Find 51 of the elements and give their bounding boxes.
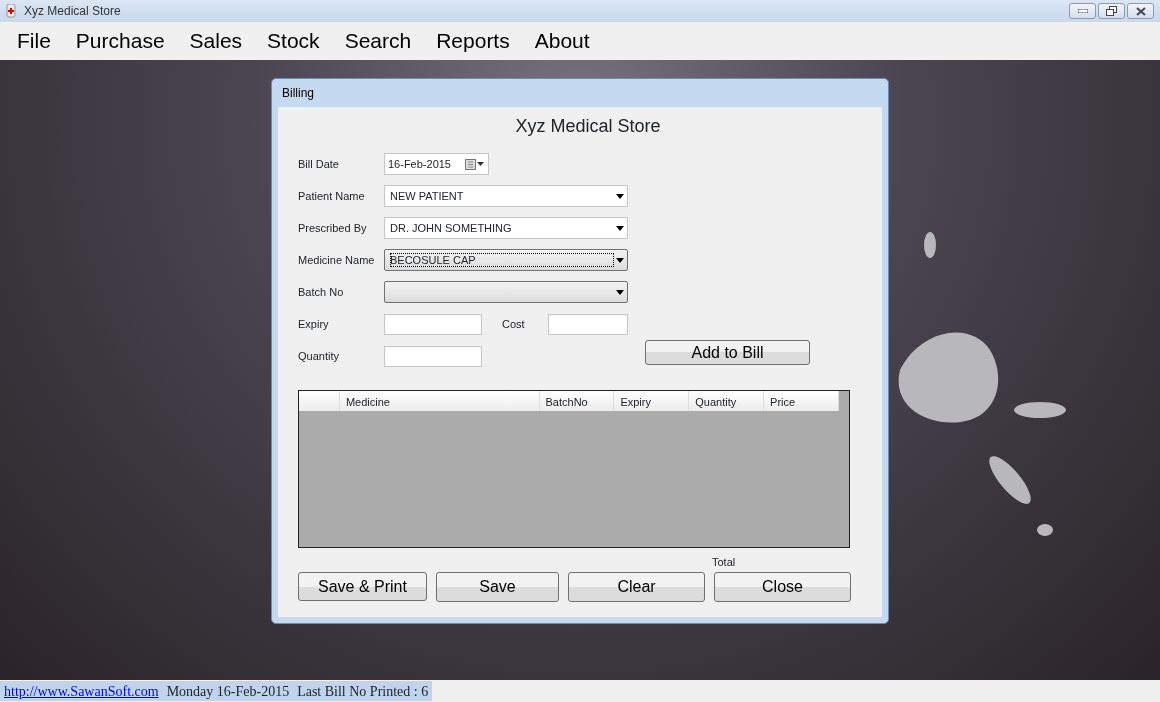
action-button[interactable]: Clear — [568, 572, 705, 602]
field-label: Bill Date — [298, 156, 340, 172]
input-field[interactable] — [384, 313, 482, 335]
restore-icon — [1106, 6, 1117, 16]
menu-item[interactable]: Stock — [258, 25, 329, 57]
dropdown-field[interactable] — [384, 281, 628, 303]
dropdown-arrow-icon — [616, 193, 624, 199]
dropdown-field[interactable]: DR. JOHN SOMETHING — [384, 217, 628, 239]
app-icon — [6, 4, 16, 18]
menu-item[interactable]: File — [8, 25, 60, 57]
column-header[interactable]: Price — [764, 391, 839, 411]
dialog-title: Billing — [281, 85, 315, 102]
menu-item[interactable]: Search — [335, 25, 421, 57]
field-label: Quantity — [298, 348, 340, 364]
status-last-bill: Last Bill No Printed : 6 — [297, 682, 429, 701]
menu-item[interactable]: Reports — [427, 25, 519, 57]
field-label: Patient Name — [298, 188, 366, 204]
close-icon — [1135, 6, 1146, 16]
action-button[interactable]: Close — [714, 572, 851, 602]
input-field[interactable] — [384, 345, 482, 367]
column-header[interactable]: Medicine — [339, 391, 540, 411]
menu-item[interactable]: About — [525, 25, 599, 57]
input-field[interactable] — [548, 313, 628, 335]
add-to-bill-button[interactable]: Add to Bill — [645, 339, 810, 365]
menu-item[interactable]: Purchase — [66, 25, 174, 57]
column-header[interactable]: Expiry — [614, 391, 690, 411]
dropdown-arrow-icon — [616, 289, 624, 295]
minimize-icon — [1077, 9, 1088, 13]
dropdown-field[interactable]: BECOSULE CAP — [384, 249, 628, 271]
dropdown-field[interactable]: NEW PATIENT — [384, 185, 628, 207]
close-button[interactable] — [1127, 3, 1154, 19]
field-label: Batch No — [298, 284, 345, 300]
dropdown-arrow-icon — [616, 225, 624, 231]
field-label: Cost — [502, 316, 526, 332]
field-label: Expiry — [298, 316, 330, 332]
column-header[interactable]: BatchNo — [539, 391, 615, 411]
restore-button[interactable] — [1098, 3, 1125, 19]
action-button[interactable]: Save — [436, 572, 559, 602]
window-title: Xyz Medical Store — [24, 3, 121, 20]
date-picker[interactable]: 16-Feb-2015 — [384, 153, 489, 175]
form-heading: Xyz Medical Store — [514, 115, 662, 138]
field-label: Medicine Name — [298, 252, 376, 268]
menu-item[interactable]: Sales — [180, 25, 252, 57]
column-header[interactable]: Quantity — [689, 391, 765, 411]
action-button[interactable]: Save & Print — [298, 572, 427, 601]
field-label: Prescribed By — [298, 220, 368, 236]
total-label: Total — [712, 555, 737, 568]
website-link[interactable]: http://www.SawanSoft.com — [4, 680, 159, 702]
status-date: Monday 16-Feb-2015 — [166, 682, 290, 701]
calendar-icon — [465, 158, 485, 170]
dropdown-arrow-icon — [616, 257, 624, 263]
